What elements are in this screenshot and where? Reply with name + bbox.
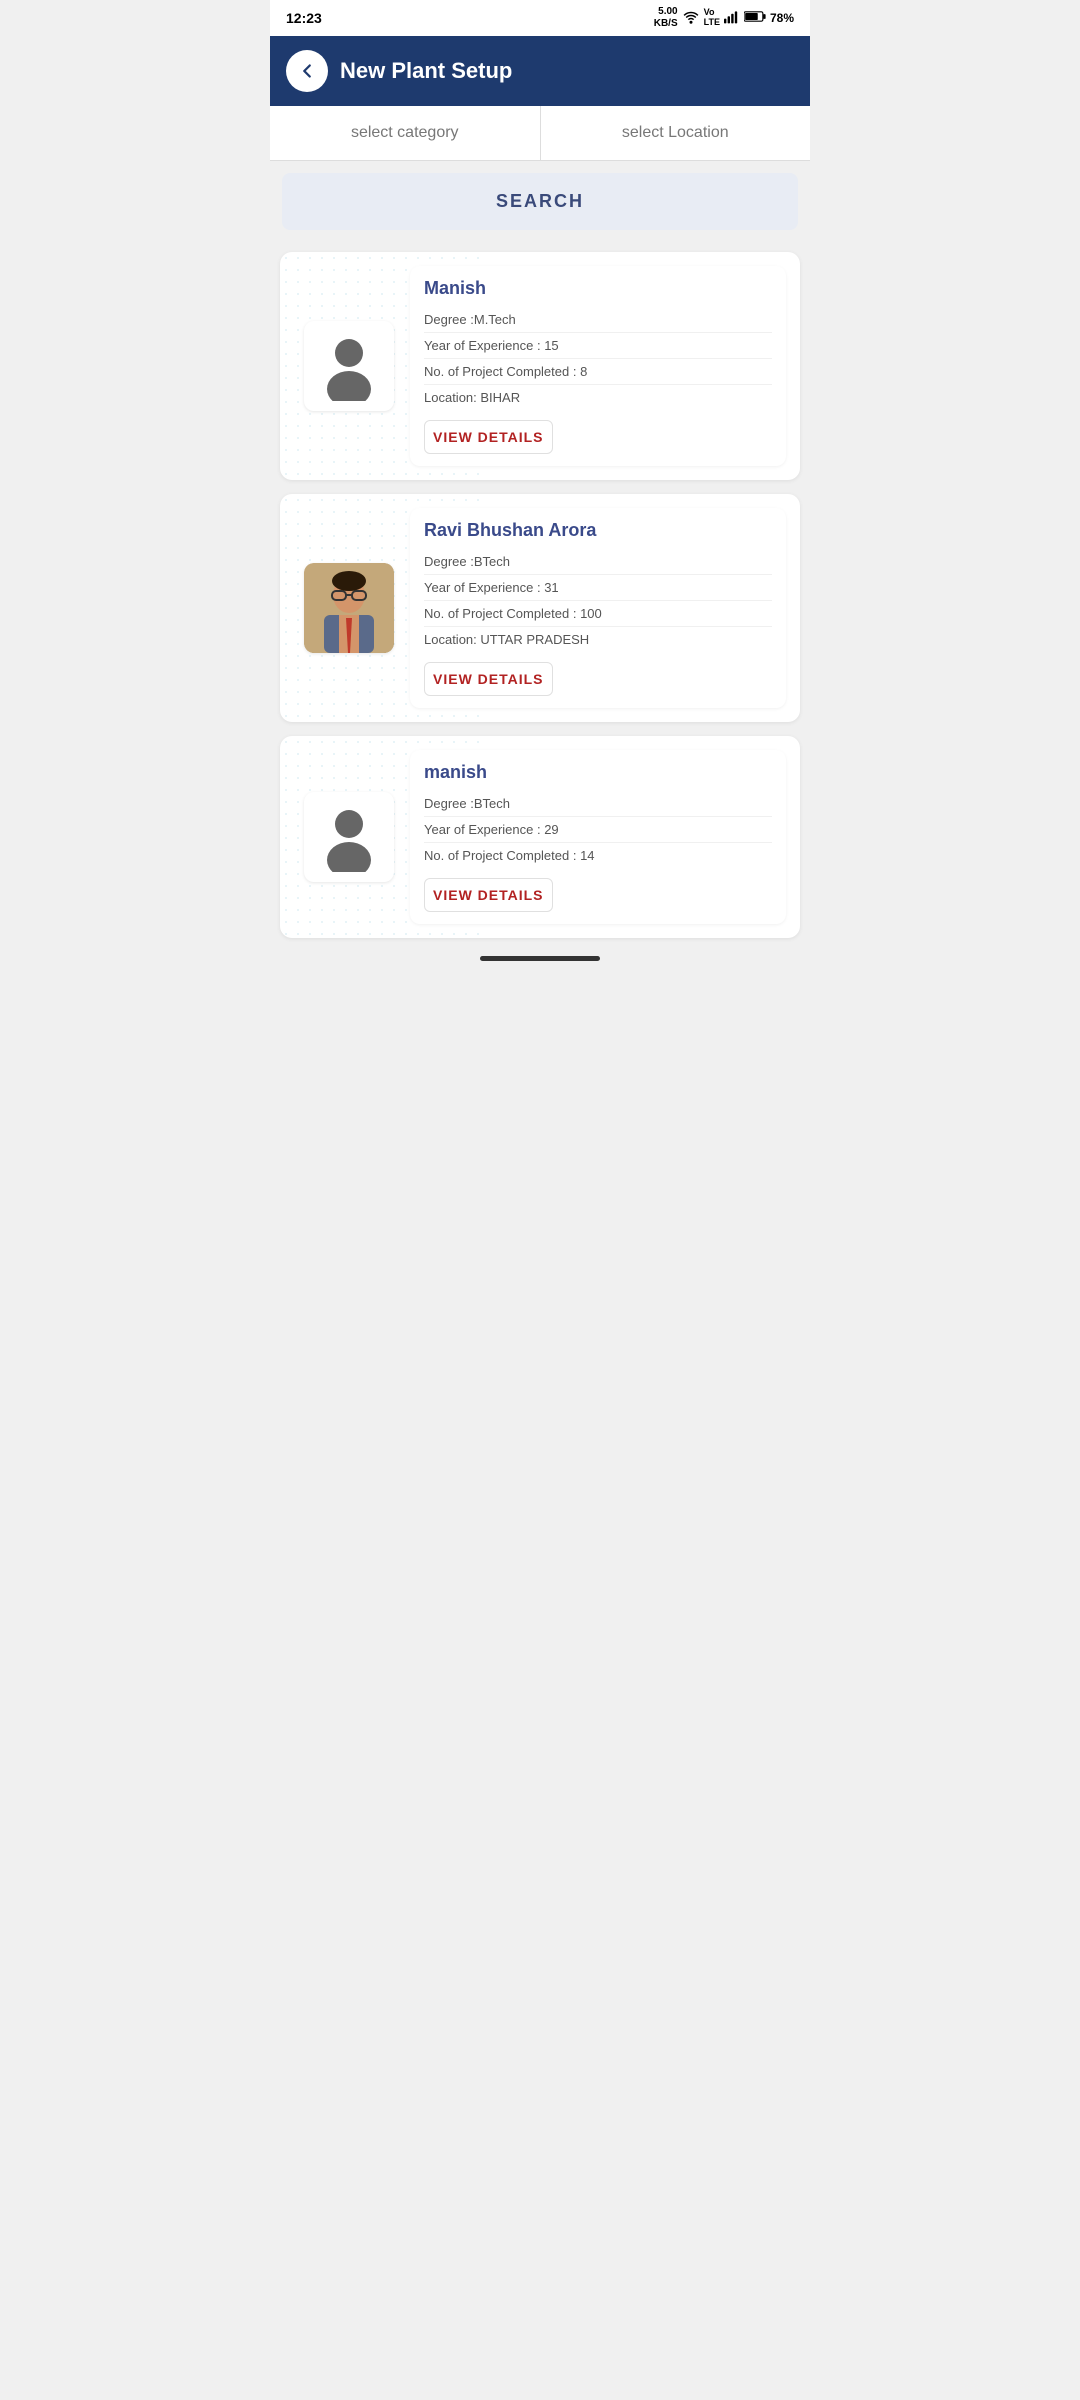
person-experience: Year of Experience : 29 xyxy=(424,817,772,843)
app-header: New Plant Setup xyxy=(270,36,810,106)
home-indicator xyxy=(480,956,600,961)
location-filter[interactable]: select Location xyxy=(541,106,811,160)
person-degree: Degree :M.Tech xyxy=(424,307,772,333)
avatar xyxy=(304,321,394,411)
battery-percent: 78% xyxy=(770,11,794,25)
person-degree: Degree :BTech xyxy=(424,791,772,817)
data-speed: 5.00KB/S xyxy=(654,6,678,30)
person-name: manish xyxy=(424,762,772,783)
filter-row: select category select Location xyxy=(270,106,810,161)
info-section: manish Degree :BTechYear of Experience : … xyxy=(410,750,786,924)
avatar-placeholder xyxy=(309,326,389,406)
info-section: Ravi Bhushan Arora Degree :BTechYear of E… xyxy=(410,508,786,708)
person-name: Manish xyxy=(424,278,772,299)
person-experience: Year of Experience : 15 xyxy=(424,333,772,359)
battery-icon xyxy=(744,10,766,26)
status-time: 12:23 xyxy=(286,10,322,26)
avatar xyxy=(304,792,394,882)
avatar-section xyxy=(294,508,404,708)
avatar-section xyxy=(294,266,404,466)
category-filter[interactable]: select category xyxy=(270,106,541,160)
avatar-placeholder xyxy=(309,797,389,877)
bottom-bar xyxy=(270,948,810,969)
wifi-icon xyxy=(682,10,700,27)
status-bar: 12:23 5.00KB/S VoLTE 78% xyxy=(270,0,810,36)
person-degree: Degree :BTech xyxy=(424,549,772,575)
person-location: Location: BIHAR xyxy=(424,385,772,410)
avatar xyxy=(304,563,394,653)
person-experience: Year of Experience : 31 xyxy=(424,575,772,601)
persons-list: ManishDegree :M.TechYear of Experience :… xyxy=(270,242,810,948)
person-card: Manish Degree :M.TechYear of Experience :… xyxy=(280,252,800,480)
person-name: Ravi Bhushan Arora xyxy=(424,520,772,541)
person-projects: No. of Project Completed : 14 xyxy=(424,843,772,868)
person-card: manish Degree :BTechYear of Experience : … xyxy=(280,736,800,938)
person-location: Location: UTTAR PRADESH xyxy=(424,627,772,652)
person-projects: No. of Project Completed : 8 xyxy=(424,359,772,385)
back-button[interactable] xyxy=(286,50,328,92)
info-section: Manish Degree :M.TechYear of Experience :… xyxy=(410,266,786,466)
volte-label: VoLTE xyxy=(704,8,720,28)
view-details-button[interactable]: VIEW DETAILS xyxy=(424,878,553,912)
avatar-section xyxy=(294,750,404,924)
person-card: Ravi Bhushan Arora Degree :BTechYear of E… xyxy=(280,494,800,722)
view-details-button[interactable]: VIEW DETAILS xyxy=(424,662,553,696)
search-container: SEARCH xyxy=(270,161,810,242)
view-details-button[interactable]: VIEW DETAILS xyxy=(424,420,553,454)
person-projects: No. of Project Completed : 100 xyxy=(424,601,772,627)
search-button[interactable]: SEARCH xyxy=(282,173,798,230)
signal-icon xyxy=(724,10,740,27)
status-right: 5.00KB/S VoLTE 78% xyxy=(654,6,794,30)
page-title: New Plant Setup xyxy=(340,58,512,84)
